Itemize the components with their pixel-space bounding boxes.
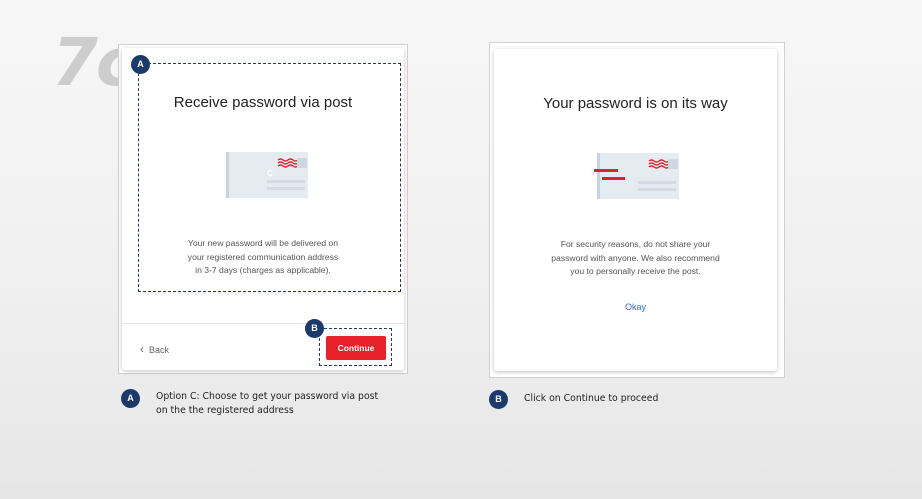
envelope-icon (597, 153, 679, 199)
chevron-left-icon: ‹ (140, 342, 144, 356)
password-sent-title: Your password is on its way (543, 95, 728, 112)
envelope-stamp (668, 159, 678, 169)
highlight-box-a (138, 63, 401, 292)
waves-icon (648, 159, 670, 169)
description-line: For security reasons, do not share your (560, 239, 711, 249)
caption-b: Click on Continue to proceed (524, 393, 659, 404)
caption-line: Option C: Choose to get your password vi… (156, 391, 379, 402)
caption-line: on the the registered address (156, 405, 294, 416)
description-line: password with anyone. We also recommend (551, 252, 720, 263)
password-sent-card: Your password is on its way For security… (494, 49, 777, 371)
marker-a: A (131, 55, 150, 74)
back-button[interactable]: ‹ Back (140, 342, 169, 356)
caption-marker-a: A (121, 389, 140, 408)
envelope-line (638, 181, 676, 184)
back-label: Back (149, 345, 170, 355)
caption-a: Option C: Choose to get your password vi… (156, 390, 378, 418)
marker-b: B (305, 319, 324, 338)
okay-link[interactable]: Okay (494, 302, 777, 312)
caption-marker-b: B (489, 390, 508, 409)
description-line: you to personally receive the post. (570, 266, 701, 277)
envelope-line (638, 188, 676, 191)
motion-line (594, 169, 618, 172)
highlight-box-b (319, 328, 392, 366)
motion-line (602, 177, 625, 180)
password-sent-description: For security reasons, do not share your … (494, 238, 777, 279)
